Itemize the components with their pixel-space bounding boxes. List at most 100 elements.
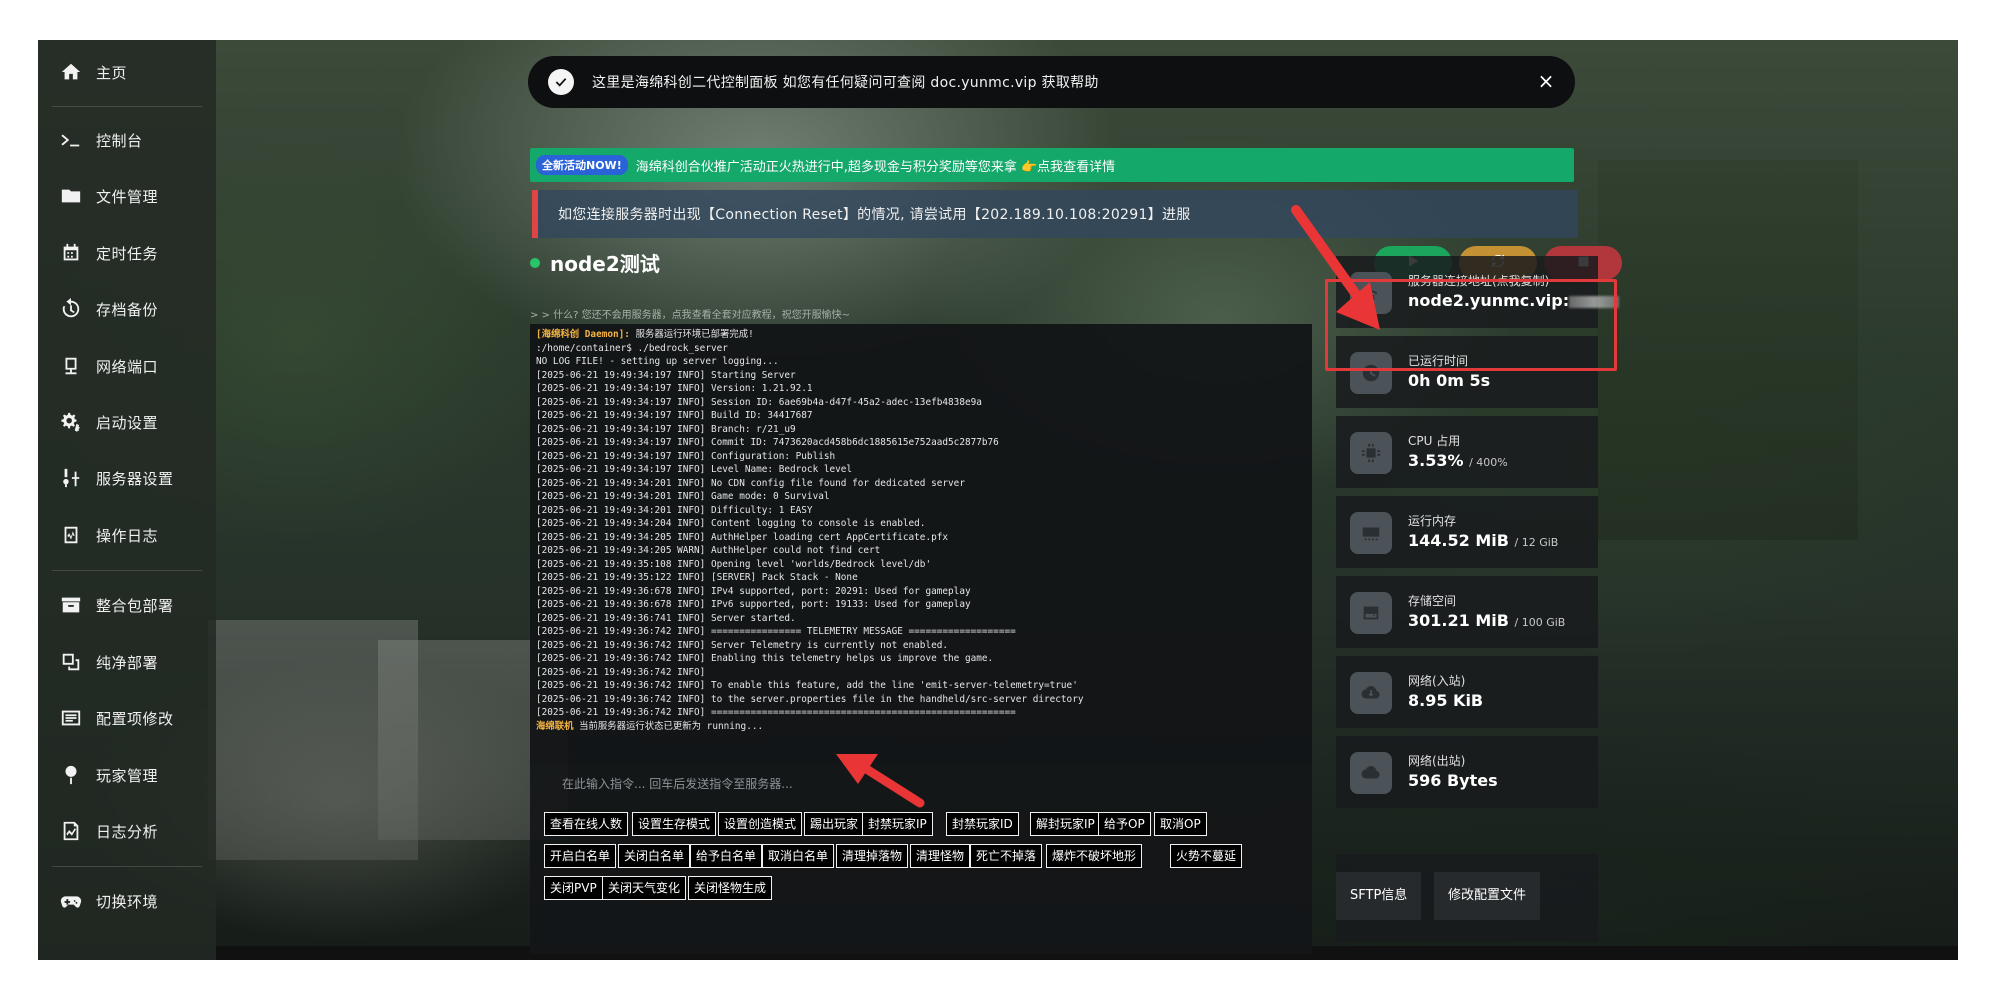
sidebar-item-schedule[interactable]: 定时任务 <box>38 233 216 273</box>
quick-command-button[interactable]: 给予OP <box>1098 812 1151 836</box>
console-line: [2025-06-21 19:49:34:201 INFO] No CDN co… <box>536 477 1306 491</box>
sidebar-item-label: 文件管理 <box>96 187 159 206</box>
list-icon <box>58 705 84 731</box>
sidebar-item-label: 网络端口 <box>96 357 159 376</box>
console-line: [2025-06-21 19:49:36:742 INFO] to the se… <box>536 693 1306 707</box>
quick-command-button[interactable]: 火势不蔓延 <box>1170 844 1243 868</box>
sidebar-item-label: 配置项修改 <box>96 709 174 728</box>
network-icon <box>58 353 84 379</box>
quick-command-button[interactable]: 关闭PVP <box>544 876 603 900</box>
console-line-text: 服务器运行环境已部署完成! <box>629 329 754 340</box>
console-line-text: [2025-06-21 19:49:36:742 INFO] =========… <box>536 707 1016 718</box>
stat-value-row: 0h 0m 5s <box>1408 371 1490 390</box>
stat-card: 网络(出站) 596 Bytes <box>1336 736 1598 808</box>
gears-icon <box>58 409 84 435</box>
sidebar-item-label: 整合包部署 <box>96 596 174 615</box>
stat-value-row: 3.53% / 400% <box>1408 451 1508 470</box>
sidebar-item-modpack-deploy[interactable]: 整合包部署 <box>38 585 216 625</box>
edit-config-button[interactable]: 修改配置文件 <box>1434 872 1541 920</box>
sidebar-item-switch-env[interactable]: 切换环境 <box>38 881 216 921</box>
console-line: [2025-06-21 19:49:34:197 INFO] Level Nam… <box>536 463 1306 477</box>
tutorial-hint-link[interactable]: > > 什么? 您还不会用服务器，点我查看全套对应教程，祝您开服愉快~ <box>530 306 850 321</box>
sidebar-item-backup[interactable]: 存档备份 <box>38 289 216 329</box>
server-title: node2测试 <box>530 248 660 277</box>
console-line-text: [2025-06-21 19:49:36:741 INFO] Server st… <box>536 612 796 624</box>
quick-command-button[interactable]: 清理掉落物 <box>836 844 909 868</box>
sidebar-item-home[interactable]: 主页 <box>38 52 216 92</box>
quick-command-button[interactable]: 关闭天气变化 <box>602 876 687 900</box>
stat-value: 3.53% <box>1408 451 1464 470</box>
console-line: 海绵联机 当前服务器运行状态已更新为 running... <box>536 720 1306 734</box>
console-line: [2025-06-21 19:49:36:678 INFO] IPv4 supp… <box>536 585 1306 599</box>
stat-value: 301.21 MiB <box>1408 611 1509 630</box>
sidebar-item-server-settings[interactable]: 服务器设置 <box>38 458 216 498</box>
console-line-text: [2025-06-21 19:49:34:201 INFO] Difficult… <box>536 504 813 516</box>
stat-label: 存储空间 <box>1408 594 1457 608</box>
quick-command-button[interactable]: 封禁玩家ID <box>946 812 1019 836</box>
sidebar-item-files[interactable]: 文件管理 <box>38 176 216 216</box>
console-line-text: [2025-06-21 19:49:34:201 INFO] No CDN co… <box>536 477 965 489</box>
quick-command-button[interactable]: 设置创造模式 <box>718 812 803 836</box>
close-icon[interactable]: × <box>1535 70 1557 92</box>
sftp-info-button[interactable]: SFTP信息 <box>1336 872 1422 920</box>
status-dot <box>530 257 540 268</box>
check-circle-icon <box>548 69 574 95</box>
sidebar: 主页 控制台 文件管理 定时任务 存档备份 网络端口 启动设置 服务器设置 操作… <box>38 40 216 960</box>
quick-command-button[interactable]: 取消白名单 <box>762 844 835 868</box>
console-line-text: [2025-06-21 19:49:34:197 INFO] Branch: r… <box>536 423 796 435</box>
console-line: [2025-06-21 19:49:34:197 INFO] Build ID:… <box>536 409 1306 423</box>
console-line-text: [2025-06-21 19:49:34:197 INFO] Starting … <box>536 369 796 381</box>
connection-warning: 如您连接服务器时出现【Connection Reset】的情况, 请尝试用【20… <box>532 190 1578 238</box>
sidebar-item-log-analysis[interactable]: 日志分析 <box>38 811 216 851</box>
sidebar-item-operation-log[interactable]: 操作日志 <box>38 515 216 555</box>
console-line-text: [2025-06-21 19:49:34:205 INFO] AuthHelpe… <box>536 531 949 543</box>
calendar-icon <box>58 240 84 266</box>
sidebar-item-config-edit[interactable]: 配置项修改 <box>38 698 216 738</box>
clone-icon <box>58 649 84 675</box>
console-line: [2025-06-21 19:49:34:197 INFO] Starting … <box>536 369 1306 383</box>
sidebar-item-network[interactable]: 网络端口 <box>38 346 216 386</box>
console-line: [2025-06-21 19:49:36:742 INFO] Server Te… <box>536 639 1306 653</box>
sidebar-item-label: 纯净部署 <box>96 653 159 672</box>
sidebar-item-clean-deploy[interactable]: 纯净部署 <box>38 642 216 682</box>
quick-command-button[interactable]: 取消OP <box>1154 812 1207 836</box>
console-line-tag: 海绵联机 <box>536 720 574 732</box>
cloud-down-icon <box>1350 672 1392 714</box>
stat-value-row: 596 Bytes <box>1408 771 1498 790</box>
quick-command-button[interactable]: 关闭白名单 <box>618 844 691 868</box>
console-line: [2025-06-21 19:49:36:742 INFO] =========… <box>536 625 1306 639</box>
promo-banner[interactable]: 全新活动NOW! 海绵科创合伙推广活动正火热进行中,超多现金与积分奖励等您来拿 … <box>530 148 1574 182</box>
sidebar-item-label: 切换环境 <box>96 892 159 911</box>
console-line-text: NO LOG FILE! - setting up server logging… <box>536 356 779 367</box>
sidebar-item-label: 操作日志 <box>96 526 159 545</box>
console-line-text: [2025-06-21 19:49:34:201 INFO] Game mode… <box>536 491 830 502</box>
quick-command-button[interactable]: 解封玩家IP <box>1030 812 1101 836</box>
console-line: [2025-06-21 19:49:35:108 INFO] Opening l… <box>536 558 1306 572</box>
quick-command-button[interactable]: 查看在线人数 <box>544 812 629 836</box>
console-line: :/home/container$ ./bedrock_server <box>536 342 1306 356</box>
quick-command-button[interactable]: 爆炸不破坏地形 <box>1046 844 1143 868</box>
quick-command-button[interactable]: 清理怪物 <box>910 844 971 868</box>
stat-label: CPU 占用 <box>1408 434 1461 448</box>
notice-bar: 这里是海绵科创二代控制面板 如您有任何疑问可查阅 doc.yunmc.vip 获… <box>528 56 1575 108</box>
console-line: [2025-06-21 19:49:36:742 INFO] =========… <box>536 706 1306 720</box>
quick-command-button[interactable]: 设置生存模式 <box>632 812 717 836</box>
server-name: node2测试 <box>550 252 660 276</box>
annotation-arrow-icon <box>1291 205 1380 330</box>
stat-card: 存储空间 301.21 MiB / 100 GiB <box>1336 576 1598 648</box>
annotation-arrow-icon <box>836 754 925 808</box>
console-line-text: [2025-06-21 19:49:36:742 INFO] To enable… <box>536 680 1078 691</box>
quick-command-button[interactable]: 死亡不掉落 <box>970 844 1043 868</box>
sidebar-item-startup[interactable]: 启动设置 <box>38 402 216 442</box>
stat-value-row: 8.95 KiB <box>1408 691 1483 710</box>
quick-command-button[interactable]: 开启白名单 <box>544 844 617 868</box>
sidebar-item-console[interactable]: 控制台 <box>38 120 216 160</box>
quick-command-panel: 查看在线人数 设置生存模式 设置创造模式 踢出玩家 封禁玩家IP 封禁玩家ID 解封玩家IP… <box>530 804 1312 954</box>
console-line-text: [2025-06-21 19:49:34:204 INFO] Content l… <box>536 518 926 529</box>
console-line: [2025-06-21 19:49:34:197 INFO] Session I… <box>536 396 1306 410</box>
quick-command-button[interactable]: 关闭怪物生成 <box>688 876 773 900</box>
quick-command-button[interactable]: 给予白名单 <box>690 844 763 868</box>
console-line: [2025-06-21 19:49:34:201 INFO] Game mode… <box>536 490 1306 504</box>
console-line: [海绵科创 Daemon]: 服务器运行环境已部署完成! <box>536 328 1306 342</box>
sidebar-item-players[interactable]: 玩家管理 <box>38 755 216 795</box>
